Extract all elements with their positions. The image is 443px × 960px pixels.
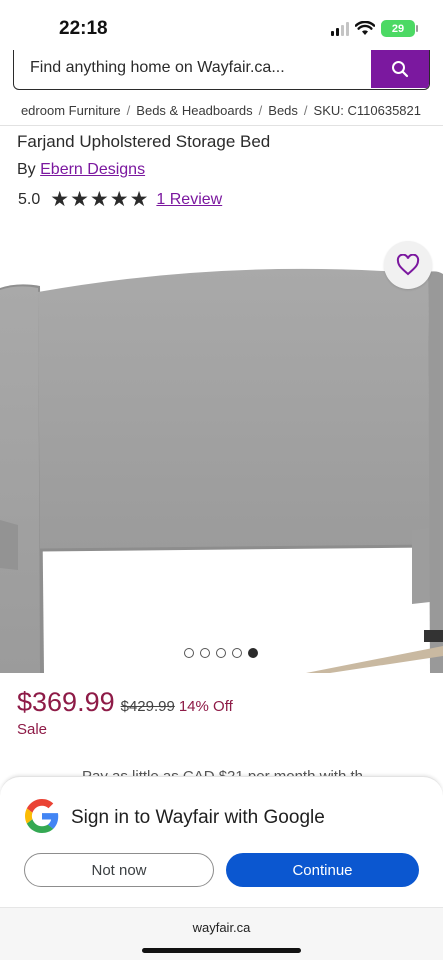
rating-stars: ★ ★ ★ ★ ★ [50, 188, 149, 211]
breadcrumb: edroom Furniture / Beds & Headboards / B… [0, 103, 443, 121]
search-button[interactable] [371, 50, 429, 88]
brand-line: By Ebern Designs [17, 161, 145, 179]
status-icons: 29 [331, 20, 418, 37]
signin-title: Sign in to Wayfair with Google [71, 807, 325, 828]
headboard-illustration [0, 230, 443, 673]
breadcrumb-separator: / [258, 103, 263, 118]
url-text[interactable]: wayfair.ca [0, 920, 443, 935]
original-price: $429.99 [120, 698, 175, 715]
star-icon: ★ [109, 188, 129, 211]
breadcrumb-separator: / [303, 103, 308, 118]
product-image[interactable] [0, 230, 443, 673]
divider [0, 125, 443, 126]
star-icon: ★ [50, 188, 70, 211]
sale-badge: Sale [17, 721, 48, 738]
breadcrumb-sku: SKU: C110635821 [313, 103, 421, 118]
carousel-dots [184, 648, 258, 658]
continue-button[interactable]: Continue [226, 853, 419, 887]
heart-outline-icon [396, 254, 420, 276]
signal-icon [331, 21, 349, 36]
product-title: Farjand Upholstered Storage Bed [17, 132, 271, 151]
search-bar: Find anything home on Wayfair.ca... [13, 50, 430, 90]
star-icon: ★ [129, 188, 149, 211]
status-time: 22:18 [59, 18, 108, 39]
rating-row: 5.0 ★ ★ ★ ★ ★ 1 Review [18, 188, 222, 211]
battery-level: 29 [391, 22, 405, 35]
price-row: $369.99 $429.99 14% Off [17, 687, 233, 718]
carousel-dot[interactable] [216, 648, 226, 658]
carousel-dot[interactable] [200, 648, 210, 658]
google-signin-sheet: Sign in to Wayfair with Google Not now C… [0, 776, 443, 960]
breadcrumb-item-beds[interactable]: Beds [268, 103, 298, 118]
search-icon [392, 61, 409, 78]
carousel-dot[interactable] [232, 648, 242, 658]
carousel-dot[interactable] [184, 648, 194, 658]
carousel-dot-active[interactable] [248, 648, 258, 658]
wifi-icon [355, 21, 375, 35]
breadcrumb-item-beds-headboards[interactable]: Beds & Headboards [136, 103, 252, 118]
sale-price: $369.99 [17, 687, 115, 717]
brand-prefix: By [17, 161, 36, 178]
favorite-button[interactable] [384, 241, 432, 289]
battery-icon: 29 [381, 20, 418, 37]
breadcrumb-item-bedroom-furniture[interactable]: edroom Furniture [21, 103, 121, 118]
star-icon: ★ [70, 188, 89, 211]
discount-label: 14% Off [178, 698, 233, 715]
reviews-link[interactable]: 1 Review [156, 191, 222, 209]
home-indicator[interactable] [142, 948, 301, 953]
search-input[interactable]: Find anything home on Wayfair.ca... [30, 50, 360, 86]
breadcrumb-separator: / [126, 103, 131, 118]
brand-link[interactable]: Ebern Designs [40, 161, 145, 178]
google-logo [25, 799, 59, 833]
not-now-button[interactable]: Not now [24, 853, 214, 887]
rating-value: 5.0 [18, 191, 41, 208]
star-icon: ★ [89, 188, 109, 211]
browser-url-bar[interactable]: wayfair.ca [0, 907, 443, 960]
